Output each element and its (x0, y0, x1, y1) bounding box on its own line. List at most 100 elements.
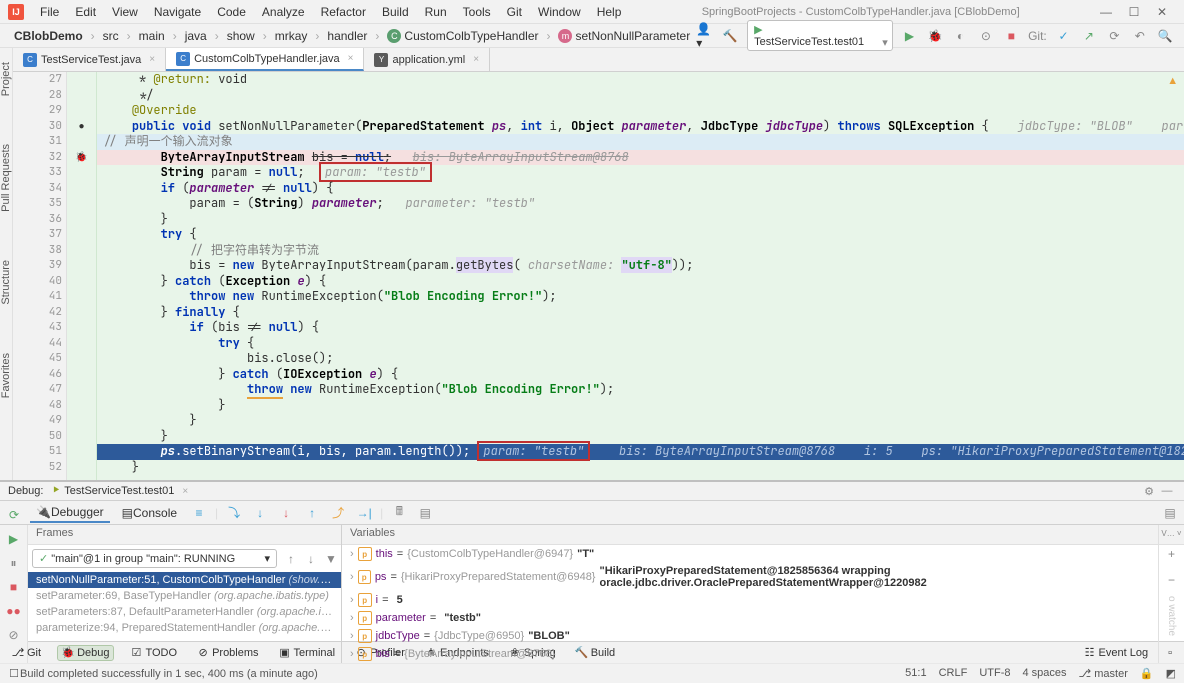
code-line[interactable]: } catch (IOException e) { (97, 367, 1184, 383)
git-push-icon[interactable]: ↗ (1080, 27, 1097, 45)
debugger-tab[interactable]: 🔌 Debugger (30, 503, 110, 523)
run-to-cursor-icon[interactable]: →| (354, 503, 374, 523)
stop-button[interactable]: ■ (1003, 27, 1020, 45)
mute-breakpoints-button[interactable]: ⊘ (4, 625, 24, 645)
breadcrumb-item[interactable]: src (97, 27, 125, 45)
line-number[interactable]: 47 (13, 382, 62, 398)
breadcrumb-root[interactable]: CBlobDemo (8, 27, 89, 45)
gear-icon[interactable]: ⚙ (1140, 482, 1158, 500)
breadcrumb-item[interactable]: main (133, 27, 171, 45)
code-line[interactable]: * @return: void (97, 72, 1184, 88)
gutter-icon[interactable] (67, 351, 96, 367)
menu-help[interactable]: Help (589, 3, 630, 21)
add-watch-icon[interactable]: + (1162, 544, 1182, 564)
inspections-widget[interactable]: ▲19 ↗2 ^ v (1167, 74, 1184, 87)
gutter-icon[interactable] (67, 181, 96, 197)
code-line[interactable]: if (parameter != null) { (97, 181, 1184, 197)
frames-list[interactable]: setNonNullParameter:51, CustomColbTypeHa… (28, 572, 341, 636)
menu-view[interactable]: View (104, 3, 146, 21)
editor-tab[interactable]: Yapplication.yml× (364, 48, 490, 71)
line-number[interactable]: 27 (13, 72, 62, 88)
threads-icon[interactable]: ≡ (189, 503, 209, 523)
gutter-icon[interactable] (67, 336, 96, 352)
breadcrumb-item[interactable]: java (179, 27, 213, 45)
editor-tab[interactable]: CTestServiceTest.java× (13, 48, 166, 71)
breadcrumb-item[interactable]: mrkay (269, 27, 314, 45)
code-line[interactable]: @Override (97, 103, 1184, 119)
menu-analyze[interactable]: Analyze (254, 3, 313, 21)
variable-row[interactable]: ›p bis = {ByteArrayInputStream@8768} (342, 645, 1184, 663)
gutter-icon[interactable] (67, 460, 96, 476)
step-into-icon[interactable]: ↓ (250, 503, 270, 523)
gutter-icon[interactable]: 🐞 (67, 150, 96, 166)
debug-config-tab[interactable]: ⯈TestServiceTest.test01× (43, 485, 196, 498)
gutter-icon[interactable] (67, 88, 96, 104)
pause-button[interactable]: ⏸ (4, 553, 24, 573)
gutter-icon[interactable] (67, 196, 96, 212)
code-line[interactable]: throw new RuntimeException("Blob Encodin… (97, 289, 1184, 305)
line-number[interactable]: 46 (13, 367, 62, 383)
code-line[interactable]: bis = new ByteArrayInputStream(param.get… (97, 258, 1184, 274)
menu-tools[interactable]: Tools (455, 3, 499, 21)
line-number[interactable]: 29 (13, 103, 62, 119)
line-number[interactable]: 48 (13, 398, 62, 414)
code-line[interactable]: */ (97, 88, 1184, 104)
menu-run[interactable]: Run (417, 3, 455, 21)
tool-window-debug[interactable]: 🐞Debug (57, 645, 114, 661)
close-icon[interactable]: × (348, 53, 354, 64)
chevron-down-icon[interactable]: V… ˅ (1161, 529, 1181, 538)
line-number[interactable]: 42 (13, 305, 62, 321)
caret-position[interactable]: 51:1 (905, 667, 926, 680)
indent-info[interactable]: 4 spaces (1023, 667, 1067, 680)
git-update-icon[interactable]: ✓ (1055, 27, 1072, 45)
gutter-icon[interactable] (67, 289, 96, 305)
tool-window-terminal[interactable]: ▣Terminal (275, 646, 340, 660)
menu-edit[interactable]: Edit (67, 3, 104, 21)
gutter-icon[interactable] (67, 258, 96, 274)
line-number[interactable]: 45 (13, 351, 62, 367)
tool-window-todo[interactable]: ☑TODO (126, 646, 181, 660)
maximize-button[interactable]: ☐ (1120, 2, 1148, 22)
line-number[interactable]: 39 (13, 258, 62, 274)
line-number[interactable]: 30 (13, 119, 62, 135)
code-line[interactable]: try { (97, 336, 1184, 352)
code-line[interactable]: } (97, 429, 1184, 445)
hide-icon[interactable]: — (1158, 482, 1176, 500)
code-line[interactable]: try { (97, 227, 1184, 243)
tool-pull requests[interactable]: Pull Requests (0, 140, 12, 216)
search-icon[interactable]: 🔍 (1157, 27, 1174, 45)
code-body[interactable]: * @return: void */ @Override public void… (97, 72, 1184, 480)
file-encoding[interactable]: UTF-8 (979, 667, 1010, 680)
code-line[interactable]: // 声明一个输入流对象 (97, 134, 1184, 150)
code-line[interactable]: param = (String) parameter; parameter: "… (97, 196, 1184, 212)
stop-debug-button[interactable]: ■ (4, 577, 24, 597)
gutter-icon[interactable] (67, 165, 96, 181)
prev-frame-icon[interactable]: ↑ (281, 549, 301, 569)
code-line[interactable]: } catch (Exception e) { (97, 274, 1184, 290)
menu-file[interactable]: File (32, 3, 67, 21)
thread-select[interactable]: ✓ "main"@1 in group "main": RUNNING▾ (32, 549, 277, 568)
gutter-icon[interactable] (67, 72, 96, 88)
line-number[interactable]: 32 (13, 150, 62, 166)
profile-button[interactable]: ⊙ (977, 27, 994, 45)
gutter-icon[interactable]: ● (67, 119, 96, 135)
breadcrumb-class[interactable]: CCustomColbTypeHandler (381, 27, 544, 45)
gutter-icon[interactable] (67, 382, 96, 398)
lock-icon[interactable]: 🔒 (1140, 667, 1154, 680)
stack-frame[interactable]: parameterize:94, PreparedStatementHandle… (28, 620, 341, 636)
filter-frames-icon[interactable]: ▼ (321, 549, 341, 569)
gutter-icon[interactable] (67, 367, 96, 383)
gutter-icon[interactable] (67, 429, 96, 445)
remove-watch-icon[interactable]: − (1162, 570, 1182, 590)
code-line[interactable]: if (bis != null) { (97, 320, 1184, 336)
code-editor[interactable]: 2728293031323334353637383940414243444546… (13, 72, 1184, 480)
line-number[interactable]: 49 (13, 413, 62, 429)
code-line[interactable]: } (97, 398, 1184, 414)
breadcrumb-item[interactable]: show (221, 27, 261, 45)
menu-code[interactable]: Code (209, 3, 254, 21)
run-config-select[interactable]: ▶ TestServiceTest.test01 (747, 20, 893, 51)
line-number[interactable]: 40 (13, 274, 62, 290)
step-out-icon[interactable]: ↑ (302, 503, 322, 523)
menu-navigate[interactable]: Navigate (146, 3, 209, 21)
git-history-icon[interactable]: ⟳ (1106, 27, 1123, 45)
